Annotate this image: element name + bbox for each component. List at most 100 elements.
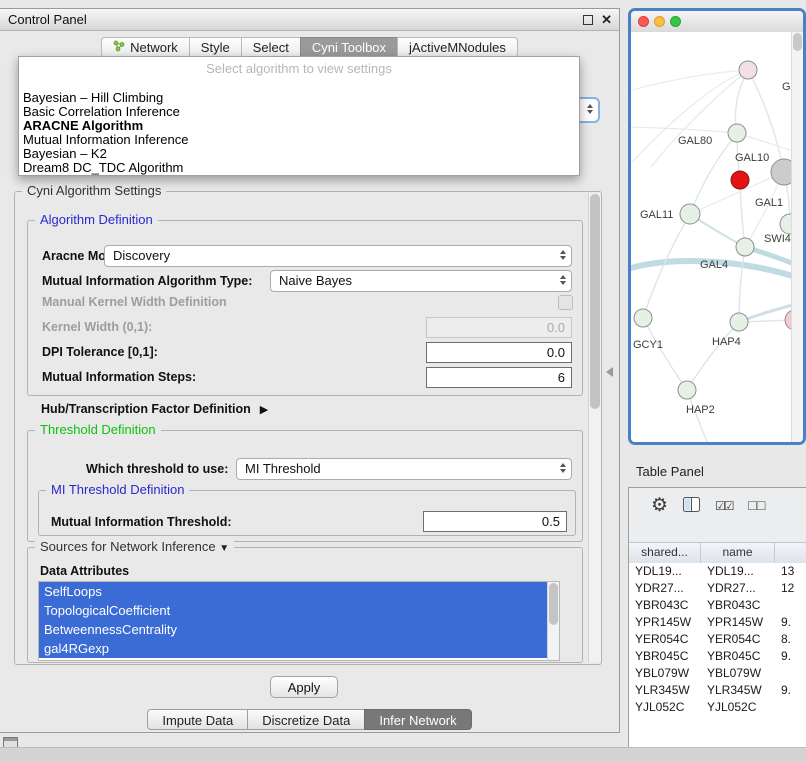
network-node-gal80[interactable] (728, 124, 746, 142)
network-node[interactable] (739, 61, 757, 79)
data-attributes-list: SelfLoopsTopologicalCoefficientBetweenne… (38, 581, 560, 661)
close-icon[interactable]: ✕ (601, 13, 612, 26)
column-header-shared[interactable]: shared... (629, 543, 701, 563)
tab-label: Style (201, 40, 230, 55)
columns-icon[interactable] (683, 497, 700, 517)
table-row[interactable]: YJL052CYJL052C (629, 699, 806, 716)
table-cell: YBR045C (629, 648, 701, 665)
mi-steps-input[interactable] (426, 367, 572, 388)
network-edge[interactable] (651, 70, 748, 167)
hub-definition-expander[interactable]: Hub/Transcription Factor Definition ▶ (41, 399, 268, 419)
minimize-traffic-light-icon[interactable] (654, 16, 665, 27)
network-scrollbar[interactable] (791, 32, 803, 442)
control-panel-titlebar[interactable]: Control Panel ✕ (0, 9, 619, 31)
tab-cyni-toolbox[interactable]: Cyni Toolbox (300, 37, 397, 58)
network-scrollbar-thumb[interactable] (793, 33, 802, 51)
panel-collapse-arrow-icon[interactable] (606, 367, 613, 377)
collapse-arrow-icon[interactable]: ▼ (219, 543, 229, 554)
table-row[interactable]: YPR145WYPR145W9. (629, 614, 806, 631)
node-label-hap2: HAP2 (686, 404, 715, 416)
table-row[interactable]: YBR043CYBR043C (629, 597, 806, 614)
control-panel-window: Control Panel ✕ Network Style Select Cyni T… (0, 8, 620, 733)
tab-select[interactable]: Select (241, 37, 300, 58)
tab-network[interactable]: Network (101, 37, 189, 58)
aracne-mode-combobox[interactable]: Discovery (104, 245, 572, 267)
table-row[interactable]: YLR345WYLR345W9. (629, 682, 806, 699)
mi-threshold-definition-title: MI Threshold Definition (46, 482, 189, 498)
table-row[interactable]: YER054CYER054C8. (629, 631, 806, 648)
settings-scrollbar-thumb[interactable] (590, 194, 600, 409)
table-row[interactable]: YDR27...YDR27...12 (629, 580, 806, 597)
table-panel-title: Table Panel (636, 464, 704, 479)
bottom-tab-infer-network[interactable]: Infer Network (364, 709, 471, 730)
tab-jactivemnodules[interactable]: jActiveMNodules (397, 37, 518, 58)
network-edge[interactable] (631, 70, 748, 92)
network-canvas[interactable]: GALGAL80GAL10GAL11GAL1GAL4SWI4HAP4GCY1HA… (631, 32, 803, 442)
deselect-all-columns-icon[interactable]: ☐☐ (747, 499, 765, 513)
tab-label: Network (130, 40, 178, 55)
algorithm-option-bayesian-hill-climbing[interactable]: Bayesian – Hill Climbing (21, 91, 577, 105)
which-threshold-combobox[interactable]: MI Threshold (236, 458, 572, 480)
algorithm-option-mutual-information-inference[interactable]: Mutual Information Inference (21, 133, 577, 147)
zoom-traffic-light-icon[interactable] (670, 16, 681, 27)
expand-arrow-icon[interactable]: ▶ (260, 403, 268, 416)
gear-icon[interactable]: ⚙ (651, 494, 668, 517)
tab-label: jActiveMNodules (409, 40, 506, 55)
column-header-2[interactable] (775, 543, 806, 563)
table-row[interactable]: YBR045CYBR045C9. (629, 648, 806, 665)
mi-algorithm-type-combobox[interactable]: Naive Bayes (270, 270, 572, 292)
network-edge[interactable] (739, 247, 745, 322)
mi-threshold-input[interactable] (423, 511, 567, 532)
threshold-definition-group: Threshold Definition Which threshold to … (27, 430, 583, 542)
algorithm-option-basic-correlation-inference[interactable]: Basic Correlation Inference (21, 105, 577, 119)
apply-button[interactable]: Apply (270, 676, 338, 698)
table-cell: YLR345W (701, 682, 775, 699)
table-cell (775, 597, 806, 614)
dpi-tolerance-input[interactable] (426, 342, 572, 363)
sources-group: Sources for Network Inference ▼ Data Att… (27, 547, 583, 663)
list-scrollbar[interactable] (547, 582, 559, 660)
node-label-gal80: GAL80 (678, 135, 712, 147)
network-node-gal4[interactable] (736, 238, 754, 256)
tab-bar: Network Style Select Cyni Toolbox jActiveMNo… (0, 37, 619, 58)
which-threshold-value: MI Threshold (245, 461, 321, 476)
table-cell: YDL19... (629, 563, 701, 580)
network-edge[interactable] (687, 322, 739, 390)
node-label-gal4: GAL4 (700, 259, 728, 271)
table-row[interactable]: YDL19...YDL19...13 (629, 563, 806, 580)
algorithm-option-dream8-dc-tdc-algorithm[interactable]: Dream8 DC_TDC Algorithm (21, 161, 577, 175)
table-row[interactable]: YBL079WYBL079W (629, 665, 806, 682)
select-all-columns-icon[interactable]: ☑☑ (715, 499, 733, 513)
node-label-hap4: HAP4 (712, 336, 741, 348)
kernel-width-input[interactable] (426, 317, 572, 338)
network-edge[interactable] (643, 318, 687, 390)
column-header-name[interactable]: name (701, 543, 775, 563)
network-node-hap2[interactable] (678, 381, 696, 399)
table-cell: YPR145W (701, 614, 775, 631)
algorithm-option-bayesian-k2[interactable]: Bayesian – K2 (21, 147, 577, 161)
network-window-titlebar[interactable] (631, 11, 803, 33)
list-scrollbar-thumb[interactable] (549, 583, 558, 625)
close-traffic-light-icon[interactable] (638, 16, 649, 27)
attribute-item-selfloops[interactable]: SelfLoops (39, 582, 559, 601)
settings-group-title: Cyni Algorithm Settings (22, 183, 166, 199)
attribute-item-topologicalcoefficient[interactable]: TopologicalCoefficient (39, 601, 559, 620)
attribute-item-gal4rgexp[interactable]: gal4RGexp (39, 639, 559, 658)
table-cell: YLR345W (629, 682, 701, 699)
tab-style[interactable]: Style (189, 37, 241, 58)
network-node-hap4[interactable] (730, 313, 748, 331)
table-cell: YBR043C (701, 597, 775, 614)
network-node[interactable] (731, 171, 749, 189)
attribute-item-betweennesscentrality[interactable]: BetweennessCentrality (39, 620, 559, 639)
settings-scrollbar[interactable] (588, 193, 601, 662)
float-window-icon[interactable] (583, 15, 593, 25)
combobox-arrows-icon (587, 104, 593, 114)
manual-kernel-checkbox[interactable] (558, 295, 573, 310)
algorithm-option-aracne-algorithm[interactable]: ARACNE Algorithm (21, 119, 577, 133)
bottom-tab-impute-data[interactable]: Impute Data (147, 709, 247, 730)
tab-label: Cyni Toolbox (312, 40, 386, 55)
window-title: Control Panel (8, 12, 87, 27)
bottom-tab-discretize-data[interactable]: Discretize Data (247, 709, 364, 730)
network-node-gcy1[interactable] (634, 309, 652, 327)
network-node-gal11[interactable] (680, 204, 700, 224)
